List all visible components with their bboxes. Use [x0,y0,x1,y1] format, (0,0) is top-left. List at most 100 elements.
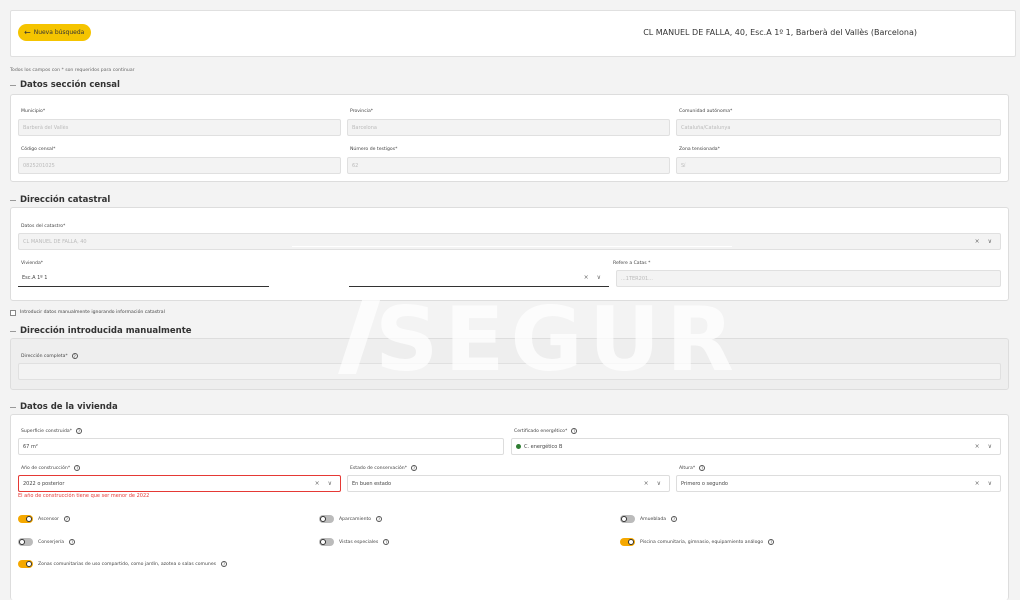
municipio-field: Barberà del Vallès [18,119,341,136]
certificado-select[interactable]: C. energético B × ∨ [511,438,1001,455]
help-icon[interactable]: ? [411,465,418,471]
testigos-label: Número de testigos* [350,147,398,152]
anio-label-text: Año de construcción* [21,465,71,471]
switch-zonas[interactable] [18,560,33,568]
altura-chevron-icon[interactable]: × ∨ [975,480,995,487]
toggle-ascensor[interactable]: Ascensor ? [18,515,70,523]
page-title: CL MANUEL DE FALLA, 40, Esc.A 1º 1, Barb… [643,28,917,37]
anio-chevron-icon[interactable]: × ∨ [315,480,335,487]
comunidad-field: Cataluña/Catalunya [676,119,1001,136]
toggle-zonas-label: Zonas comunitarias de uso compartido, co… [38,561,217,567]
help-icon[interactable]: ? [221,561,228,567]
help-icon[interactable]: ? [571,428,578,434]
help-icon[interactable]: ? [74,465,81,471]
watermark-line [292,246,732,247]
superficie-input[interactable]: 67 m² [18,438,504,455]
switch-aparcamiento[interactable] [319,515,334,523]
watermark-text: SEGUR [375,288,740,391]
toggle-conserjeria[interactable]: Conserjería ? [18,538,76,546]
switch-vistas[interactable] [319,538,334,546]
required-note: Todos los campos con * son requeridos pa… [10,68,135,73]
catastro-value: CL MANUEL DE FALLA, 40 [23,238,87,245]
superficie-label-text: Superficie construida* [21,428,72,434]
provincia-field: Barcelona [347,119,670,136]
toggle-aparcamiento-label: Aparcamiento [339,516,372,522]
vivienda-label: Vivienda* [21,261,44,266]
certificado-value: C. energético B [524,443,563,450]
anio-label: Año de construcción* ? [21,465,81,471]
certificado-label-text: Certificado energético* [514,428,568,434]
section-title-vivienda: Datos de la vivienda [10,402,118,412]
codigo-censal-field: 0825201025 [18,157,341,174]
header-bar: ← Nueva búsqueda CL MANUEL DE FALLA, 40,… [10,10,1016,57]
new-search-button[interactable]: ← Nueva búsqueda [18,24,92,41]
anio-error: El año de construcción tiene que ser men… [18,493,150,499]
toggle-vistas-label: Vistas especiales [339,539,379,545]
help-icon[interactable]: ? [71,353,78,359]
section-title-catastral: Dirección catastral [10,195,110,205]
altura-label-text: Altura* [679,465,696,471]
toggle-amueblada[interactable]: Amueblada ? [620,515,678,523]
help-icon[interactable]: ? [76,428,82,434]
help-icon[interactable]: ? [376,516,383,522]
toggle-piscina-label: Piscina comunitaria, gimnasio, equipamie… [640,539,764,545]
arrow-left-icon: ← [24,27,31,37]
switch-piscina[interactable] [620,538,635,546]
catastro-select[interactable]: CL MANUEL DE FALLA, 40 × ∨ [18,233,1001,250]
estado-label: Estado de conservación* ? [350,465,418,471]
referencia-field: ...1TER201... [616,270,1001,287]
help-icon[interactable]: ? [63,516,70,522]
section-title-censal: Datos sección censal [10,80,120,90]
estado-chevron-icon[interactable]: × ∨ [644,480,664,487]
manual-entry-checkbox[interactable] [10,310,16,316]
certificado-chevron-icon[interactable]: × ∨ [975,443,995,450]
switch-conserjeria[interactable] [18,538,33,546]
help-icon[interactable]: ? [383,539,390,545]
vivienda-panel: Superficie construida* ? 67 m² Certifica… [10,414,1009,600]
switch-amueblada[interactable] [620,515,635,523]
clear-chevron-icon[interactable]: × ∨ [975,238,995,245]
catastral-panel: Datos del catastro* CL MANUEL DE FALLA, … [10,207,1009,301]
vivienda-select-extension[interactable]: × ∨ [349,270,609,287]
switch-ascensor[interactable] [18,515,33,523]
zona-field: Sí [676,157,1001,174]
help-icon[interactable]: ? [699,465,706,471]
anio-select[interactable]: 2022 o posterior × ∨ [18,475,341,492]
superficie-label: Superficie construida* ? [21,428,82,434]
comunidad-label: Comunidad autónoma* [679,109,733,114]
anio-value: 2022 o posterior [23,480,65,487]
help-icon[interactable]: ? [69,539,76,545]
direccion-completa-label-text: Dirección completa* [21,353,68,359]
toggle-piscina[interactable]: Piscina comunitaria, gimnasio, equipamie… [620,538,775,546]
toggle-aparcamiento[interactable]: Aparcamiento ? [319,515,383,523]
energy-dot-icon [516,444,521,449]
municipio-label: Municipio* [21,109,46,114]
censal-panel: Municipio* Barberà del Vallès Provincia*… [10,94,1009,182]
altura-select[interactable]: Primero o segundo × ∨ [676,475,1001,492]
toggle-vistas[interactable]: Vistas especiales ? [319,538,390,546]
referencia-label: Refere a Catas * [613,261,651,266]
testigos-field: 62 [347,157,670,174]
section-title-manual: Dirección introducida manualmente [10,326,192,336]
estado-label-text: Estado de conservación* [350,465,408,471]
zona-label: Zona tensionada* [679,147,720,152]
estado-value: En buen estado [352,480,392,487]
provincia-label: Provincia* [350,109,374,114]
help-icon[interactable]: ? [671,516,678,522]
altura-value: Primero o segundo [681,480,728,487]
altura-label: Altura* ? [679,465,706,471]
estado-select[interactable]: En buen estado × ∨ [347,475,670,492]
help-icon[interactable]: ? [768,539,775,545]
toggle-conserjeria-label: Conserjería [38,539,65,545]
manual-entry-label: Introducir datos manualmente ignorando i… [20,310,165,315]
toggle-ascensor-label: Ascensor [38,516,59,522]
codigo-censal-label: Código censal* [21,147,56,152]
certificado-label: Certificado energético* ? [514,428,578,434]
vivienda-select[interactable]: Esc.A 1º 1 [18,270,269,287]
toggle-zonas[interactable]: Zonas comunitarias de uso compartido, co… [18,560,228,568]
vivienda-chevron-icon[interactable]: × ∨ [584,274,604,281]
catastro-label: Datos del catastro* [21,224,66,229]
direccion-completa-label: Dirección completa* ? [21,353,78,359]
toggle-amueblada-label: Amueblada [640,516,667,522]
new-search-label: Nueva búsqueda [33,29,85,36]
